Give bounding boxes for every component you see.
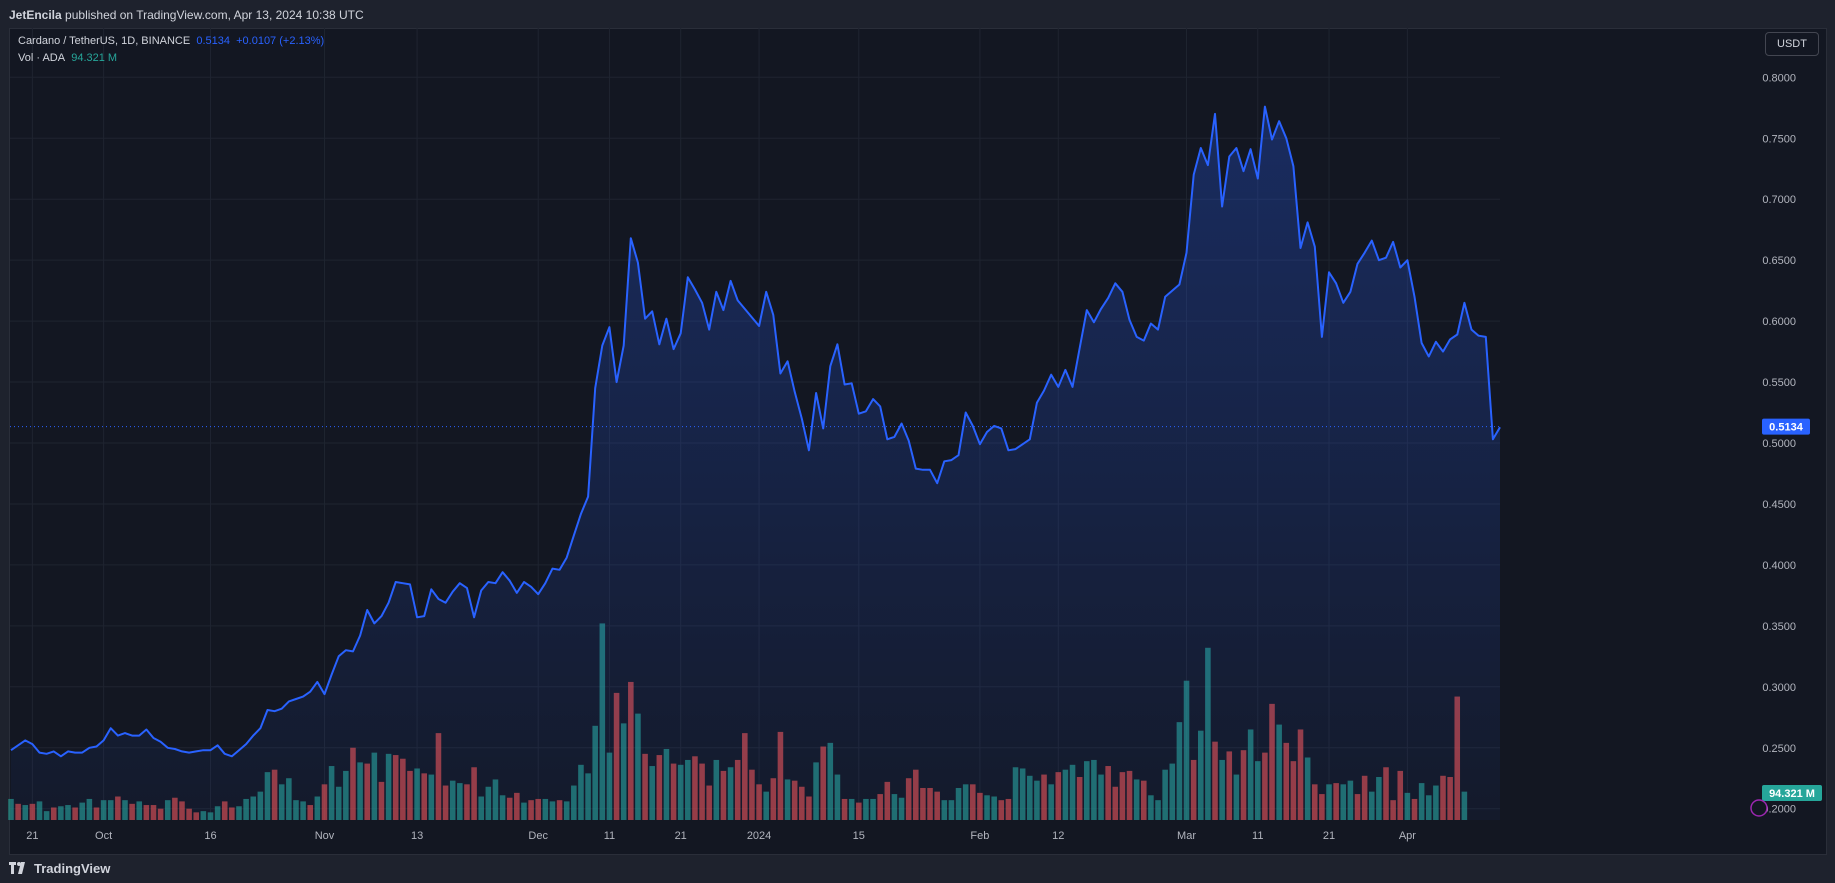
y-tick-label: 0.5000 [1762, 438, 1796, 450]
currency-button[interactable]: USDT [1765, 32, 1819, 56]
price-area [11, 106, 1500, 821]
y-tick-label: 0.8000 [1762, 72, 1796, 84]
price-axis: 0.8000 0.7500 0.7000 0.6500 0.6000 0.5500 0.50… [1762, 72, 1796, 815]
symbol-legend[interactable]: Cardano / TetherUS, 1D, BINANCE 0.5134 +… [18, 35, 324, 47]
lightning-icon [1750, 799, 1768, 817]
tradingview-logo-text: TradingView [34, 860, 111, 876]
y-tick-label: 0.7500 [1762, 133, 1796, 145]
x-tick-label: 21 [26, 830, 38, 842]
x-tick-label: 15 [853, 830, 865, 842]
volume-legend[interactable]: Vol · ADA 94.321 M [18, 52, 117, 64]
tradingview-logo-icon [9, 862, 25, 874]
volume-value: 94.321 M [71, 52, 118, 64]
x-tick-label: 2024 [747, 830, 771, 842]
x-tick-label: 12 [1052, 830, 1064, 842]
last-price-value: 0.5134 [196, 35, 230, 47]
symbol-title[interactable]: Cardano / TetherUS, 1D, BINANCE [18, 35, 190, 47]
x-tick-label: Nov [315, 830, 335, 842]
x-tick-label: Mar [1177, 830, 1196, 842]
y-tick-label: 0.3500 [1762, 621, 1796, 633]
x-tick-label: Feb [970, 830, 989, 842]
time-axis: 21 Oct 16 Nov 13 Dec 11 21 2024 15 Feb 12 Mar 11 21 Apr [26, 830, 1416, 842]
x-tick-label: 11 [1252, 830, 1263, 842]
y-tick-label: 0.2500 [1762, 743, 1796, 755]
x-tick-label: Oct [95, 830, 112, 842]
y-tick-label: 0.4000 [1762, 560, 1796, 572]
x-tick-label: 21 [675, 830, 687, 842]
x-tick-label: 21 [1323, 830, 1335, 842]
y-tick-label: 0.3000 [1762, 682, 1796, 694]
y-tick-label: 0.6000 [1762, 316, 1796, 328]
y-tick-label: 0.6500 [1762, 255, 1796, 267]
y-tick-label: 0.4500 [1762, 499, 1796, 511]
y-tick-label: 0.7000 [1762, 194, 1796, 206]
volume-title[interactable]: Vol · ADA [18, 52, 65, 64]
price-chart[interactable]: 0.8000 0.7500 0.7000 0.6500 0.6000 0.5500 0.50… [0, 0, 1835, 883]
x-tick-label: 11 [604, 830, 615, 842]
x-tick-label: Apr [1399, 830, 1416, 842]
x-tick-label: Dec [528, 830, 548, 842]
last-price-tag-text: 0.5134 [1769, 422, 1804, 434]
y-tick-label: 0.5500 [1762, 377, 1796, 389]
last-volume-tag-text: 94.321 M [1769, 788, 1815, 800]
price-change-value: +0.0107 (+2.13%) [236, 35, 325, 47]
tradingview-logo[interactable]: TradingView [9, 859, 110, 877]
axis-value-labels: 0.5134 94.321 M [1750, 418, 1822, 817]
x-tick-label: 13 [411, 830, 423, 842]
x-tick-label: 16 [204, 830, 216, 842]
footer-bar [0, 855, 1835, 883]
